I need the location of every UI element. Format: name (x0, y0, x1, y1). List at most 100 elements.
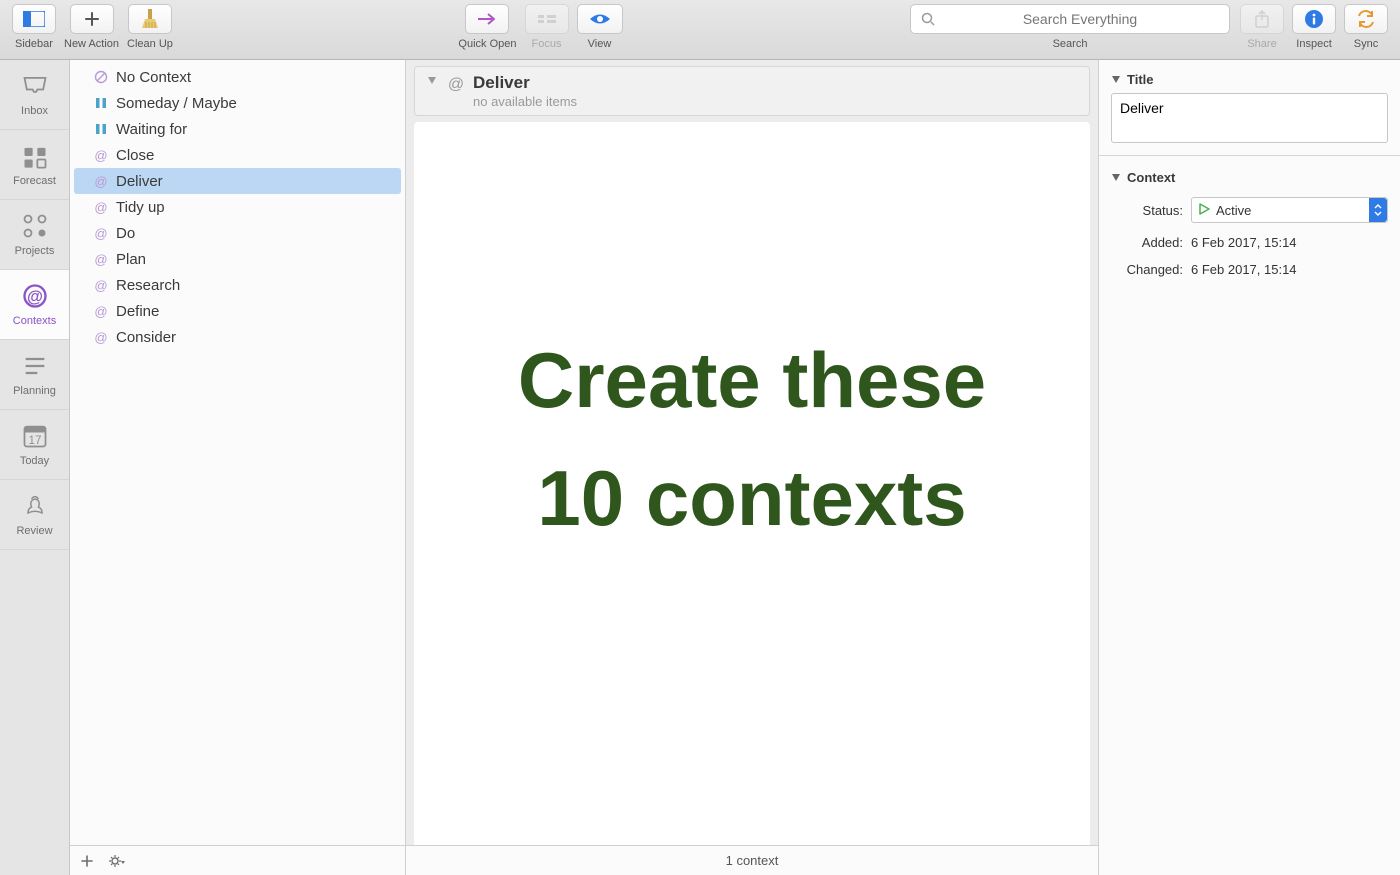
main-context-header[interactable]: @ Deliver no available items (414, 66, 1090, 116)
perspective-label: Projects (15, 245, 55, 257)
perspective-label: Inbox (21, 105, 48, 117)
annotation-overlay: Create these 10 contexts (414, 332, 1090, 547)
disclosure-triangle-icon (1111, 75, 1121, 85)
context-row[interactable]: Someday / Maybe (74, 90, 401, 116)
add-context-button[interactable] (80, 854, 94, 868)
changed-label: Changed: (1111, 262, 1183, 277)
context-row[interactable]: @ Research (74, 272, 401, 298)
active-status-icon (1198, 203, 1210, 218)
view-label: View (588, 38, 612, 50)
context-row-label: Define (116, 303, 159, 320)
svg-text:@: @ (94, 200, 107, 214)
perspective-label: Contexts (13, 315, 56, 327)
sync-button[interactable] (1344, 4, 1388, 34)
context-status-icon: @ (92, 226, 110, 240)
perspective-review[interactable]: Review (0, 480, 69, 550)
status-text: 1 context (726, 853, 779, 868)
context-row[interactable]: No Context (74, 64, 401, 90)
inspector-title-header[interactable]: Title (1111, 72, 1388, 87)
perspective-projects[interactable]: Projects (0, 200, 69, 270)
clean-up-button[interactable] (128, 4, 172, 34)
context-status-icon: @ (92, 252, 110, 266)
perspective-forecast[interactable]: Forecast (0, 130, 69, 200)
context-status-icon: @ (92, 200, 110, 214)
context-status-icon: @ (92, 278, 110, 292)
main-canvas: Create these 10 contexts (414, 122, 1090, 845)
context-row[interactable]: @Deliver (74, 168, 401, 194)
inspect-button[interactable] (1292, 4, 1336, 34)
main-context-subtitle: no available items (473, 94, 577, 109)
context-row[interactable]: @Do (74, 220, 401, 246)
context-row-label: No Context (116, 69, 191, 86)
svg-text:@: @ (94, 174, 107, 188)
context-list: No Context Someday / Maybe Waiting for@Clo… (70, 60, 405, 845)
context-status-icon: @ (92, 304, 110, 318)
annotation-line-2: 10 contexts (414, 450, 1090, 548)
context-row-label: Research (116, 277, 180, 294)
sidebar-icon (23, 11, 45, 27)
arrow-right-icon (476, 12, 498, 26)
search-input[interactable] (941, 11, 1219, 27)
context-row[interactable]: @Close (74, 142, 401, 168)
disclosure-triangle-icon[interactable] (427, 76, 447, 86)
inspector-context-label: Context (1127, 170, 1175, 185)
info-icon (1304, 9, 1324, 29)
context-status-icon: @ (92, 330, 110, 344)
svg-text:@: @ (94, 304, 107, 318)
svg-text:@: @ (94, 252, 107, 266)
focus-label: Focus (532, 38, 562, 50)
perspective-rail: Inbox Forecast Projects @ Contexts Plann… (0, 60, 70, 875)
search-field[interactable] (910, 4, 1230, 34)
sidebar-settings-button[interactable] (108, 854, 126, 868)
at-icon: @ (447, 75, 465, 98)
focus-button (525, 4, 569, 34)
forecast-icon (21, 142, 49, 170)
plus-icon (80, 854, 94, 868)
context-sidebar-footer (70, 845, 405, 875)
planning-icon (21, 352, 49, 380)
perspective-label: Forecast (13, 175, 56, 187)
context-row[interactable]: @ Define (74, 298, 401, 324)
context-row[interactable]: @Consider (74, 324, 401, 350)
perspective-label: Today (20, 455, 49, 467)
new-action-button[interactable] (70, 4, 114, 34)
gear-icon (108, 854, 126, 868)
status-select[interactable]: Active (1191, 197, 1388, 223)
context-row[interactable]: Waiting for (74, 116, 401, 142)
quick-open-button[interactable] (465, 4, 509, 34)
svg-text:17: 17 (28, 434, 41, 447)
svg-text:@: @ (94, 148, 107, 162)
perspective-planning[interactable]: Planning (0, 340, 69, 410)
plus-icon (84, 11, 100, 27)
context-row[interactable]: @Plan (74, 246, 401, 272)
projects-icon (21, 212, 49, 240)
inspect-label: Inspect (1296, 38, 1331, 50)
perspective-inbox[interactable]: Inbox (0, 60, 69, 130)
view-button[interactable] (577, 4, 623, 34)
svg-text:@: @ (27, 288, 43, 306)
perspective-today[interactable]: 17 Today (0, 410, 69, 480)
sidebar-toggle-button[interactable] (12, 4, 56, 34)
svg-text:@: @ (94, 330, 107, 344)
calendar-today-icon: 17 (21, 422, 49, 450)
context-status-icon: @ (92, 148, 110, 162)
svg-text:@: @ (94, 278, 107, 292)
added-value: 6 Feb 2017, 15:14 (1191, 235, 1388, 250)
inspector-title-label: Title (1127, 72, 1154, 87)
perspective-label: Planning (13, 385, 56, 397)
dropdown-arrows-icon (1369, 198, 1387, 222)
context-sidebar: No Context Someday / Maybe Waiting for@Clo… (70, 60, 406, 875)
context-row[interactable]: @Tidy up (74, 194, 401, 220)
inspector-context-header[interactable]: Context (1111, 170, 1388, 185)
sync-label: Sync (1354, 38, 1378, 50)
svg-text:@: @ (94, 226, 107, 240)
share-label: Share (1247, 38, 1276, 50)
context-row-label: Someday / Maybe (116, 95, 237, 112)
perspective-contexts[interactable]: @ Contexts (0, 270, 69, 340)
search-icon (921, 12, 935, 26)
sidebar-toggle-label: Sidebar (15, 38, 53, 50)
eye-icon (588, 12, 612, 26)
review-icon (21, 492, 49, 520)
inspector-title-field[interactable] (1111, 93, 1388, 143)
context-status-icon (92, 96, 110, 110)
